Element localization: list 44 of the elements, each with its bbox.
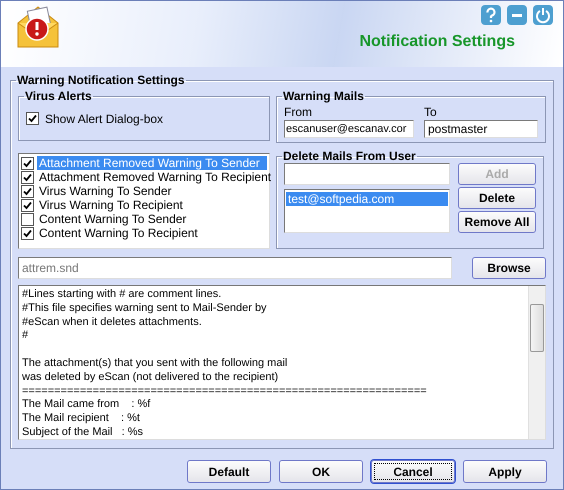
group-title: Warning Notification Settings bbox=[16, 73, 186, 87]
list-item[interactable]: Content Warning To Sender bbox=[37, 212, 267, 226]
power-icon[interactable] bbox=[533, 5, 553, 25]
field-label: To bbox=[424, 105, 438, 119]
text-line: # bbox=[22, 329, 30, 344]
list-item[interactable]: Content Warning To Recipient bbox=[37, 226, 267, 240]
text-line: The Mail came from : %f bbox=[22, 398, 152, 412]
list-item[interactable]: Virus Warning To Recipient bbox=[37, 198, 267, 212]
window-title: Notification Settings bbox=[359, 33, 515, 51]
checkbox[interactable] bbox=[21, 198, 34, 212]
checkbox[interactable] bbox=[21, 226, 34, 240]
group-title: Warning Mails bbox=[282, 89, 365, 103]
list-item[interactable]: Attachment Removed Warning To Recipient bbox=[37, 170, 274, 184]
text-line: #eScan when it deletes attachments. bbox=[22, 316, 203, 330]
group-title: Virus Alerts bbox=[24, 89, 93, 103]
text-line: The Mail recipient : %t bbox=[22, 412, 141, 426]
help-icon[interactable] bbox=[481, 5, 501, 25]
text-line: =============================================================== bbox=[22, 384, 428, 398]
message-text-area[interactable] bbox=[18, 285, 546, 440]
text-line: The attachment(s) that you sent with the following mail bbox=[22, 356, 288, 371]
text-line: was deleted by eScan (not delivered to the recipient) bbox=[22, 370, 280, 385]
dialog-button[interactable]: Default bbox=[187, 460, 271, 483]
list-item[interactable]: Virus Warning To Sender bbox=[37, 184, 267, 198]
to-field[interactable]: postmaster bbox=[424, 120, 538, 138]
scrollbar[interactable] bbox=[528, 286, 545, 439]
list-action-button[interactable]: Delete bbox=[458, 187, 536, 209]
checkbox[interactable] bbox=[21, 184, 34, 198]
minimize-icon[interactable] bbox=[507, 5, 527, 25]
user-field[interactable] bbox=[284, 163, 450, 185]
text-line: #This file specifies warning sent to Mail-Sender by bbox=[22, 302, 268, 316]
checkbox[interactable] bbox=[21, 170, 34, 184]
checkbox[interactable] bbox=[21, 156, 34, 170]
dialog-button[interactable]: Cancel bbox=[371, 460, 455, 483]
dialog-button[interactable]: OK bbox=[279, 460, 363, 483]
list-action-button[interactable]: Remove All bbox=[458, 211, 536, 233]
text-line: #Lines starting with # are comment lines. bbox=[22, 288, 222, 302]
from-field[interactable]: escanuser@escanav.cor bbox=[284, 120, 414, 138]
group-title: Delete Mails From User bbox=[282, 149, 417, 163]
checkbox[interactable] bbox=[21, 212, 34, 226]
text-line: Subject of the Mail : %s bbox=[22, 426, 144, 440]
field-label: From bbox=[284, 105, 313, 119]
dialog-button[interactable]: Apply bbox=[463, 460, 547, 483]
checkbox[interactable] bbox=[26, 112, 39, 125]
checkbox-label: Show Alert Dialog-box bbox=[45, 112, 164, 126]
